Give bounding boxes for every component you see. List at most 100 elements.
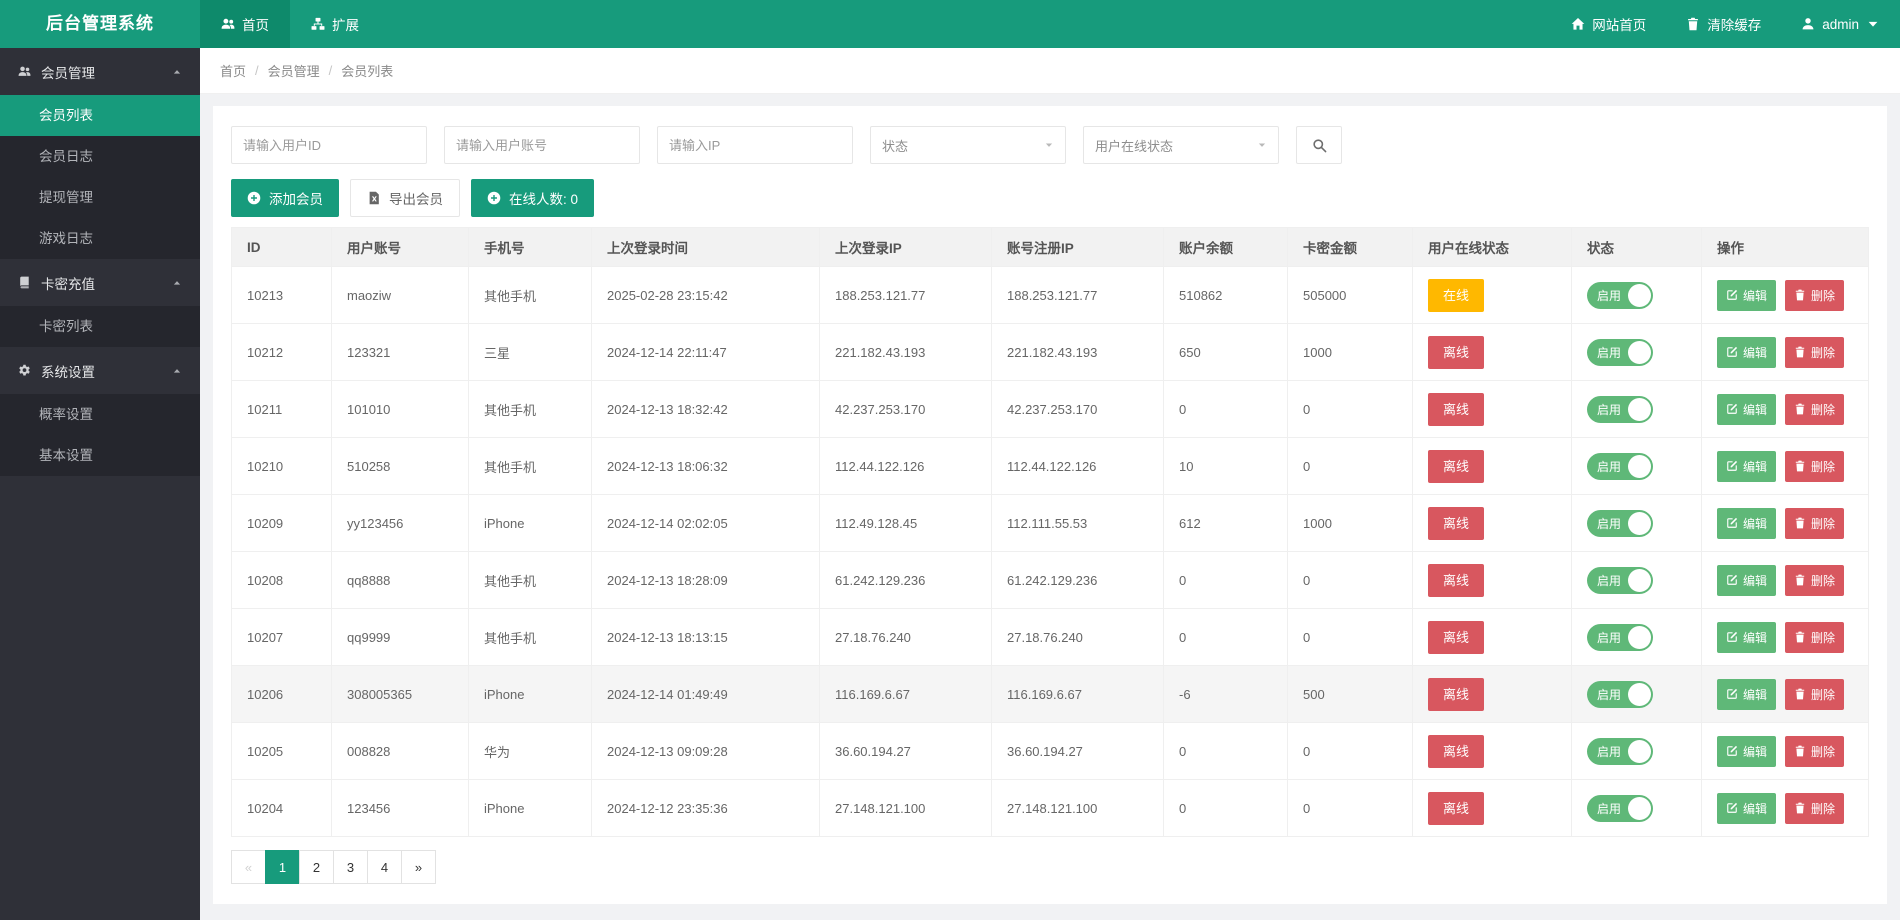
delete-button[interactable]: 删除 — [1785, 450, 1845, 482]
toggle-knob — [1628, 340, 1651, 364]
delete-button[interactable]: 删除 — [1785, 393, 1845, 425]
table-row: 10208 qq8888 其他手机 2024-12-13 18:28:09 61.242… — [231, 551, 1869, 609]
ip-input[interactable] — [657, 126, 853, 164]
page-prev[interactable]: « — [231, 850, 266, 884]
sidebar-group-member-management[interactable]: 会员管理 — [0, 48, 200, 95]
page-2[interactable]: 2 — [299, 850, 334, 884]
cell-online-status: 离线 — [1412, 779, 1572, 837]
cell-last-login-ip: 112.49.128.45 — [819, 494, 992, 552]
export-members-button[interactable]: 导出会员 — [350, 179, 460, 217]
member-table: ID 用户账号 手机号 上次登录时间 上次登录IP 账号注册IP 账户余额 卡密金额 用户在线状… — [231, 227, 1869, 837]
edit-button[interactable]: 编辑 — [1717, 621, 1777, 653]
column-header: 上次登录IP — [819, 227, 992, 267]
edit-label: 编辑 — [1743, 801, 1768, 816]
sidebar-group-system-settings[interactable]: 系统设置 — [0, 347, 200, 394]
add-member-button[interactable]: 添加会员 — [231, 179, 339, 217]
page-3[interactable]: 3 — [333, 850, 368, 884]
top-item-site-home[interactable]: 网站首页 — [1551, 0, 1666, 48]
cell-card-amount: 500 — [1287, 665, 1413, 723]
toggle-label: 启用 — [1597, 288, 1622, 303]
cell-status: 启用 — [1571, 665, 1702, 723]
cell-balance: 650 — [1163, 323, 1288, 381]
delete-button[interactable]: 删除 — [1785, 336, 1845, 368]
sidebar-item-game-log[interactable]: 游戏日志 — [0, 218, 200, 259]
table-row: 10210 510258 其他手机 2024-12-13 18:06:32 112.44… — [231, 437, 1869, 495]
top-item-admin-user[interactable]: admin — [1781, 0, 1900, 48]
status-select[interactable]: 状态 — [870, 126, 1066, 164]
enable-toggle[interactable]: 启用 — [1587, 680, 1653, 708]
sidebar-item-member-list[interactable]: 会员列表 — [0, 95, 200, 136]
enable-toggle[interactable]: 启用 — [1587, 452, 1653, 480]
user-id-input[interactable] — [231, 126, 427, 164]
cell-card-amount: 1000 — [1287, 323, 1413, 381]
toolbar: 添加会员 导出会员 在线人数: 0 — [231, 179, 1869, 217]
enable-toggle[interactable]: 启用 — [1587, 509, 1653, 537]
top-tab-home[interactable]: 首页 — [200, 0, 290, 48]
page-4[interactable]: 4 — [367, 850, 402, 884]
search-button[interactable] — [1296, 126, 1342, 164]
cell-balance: 0 — [1163, 722, 1288, 780]
page-next[interactable]: » — [401, 850, 436, 884]
edit-button[interactable]: 编辑 — [1717, 450, 1777, 482]
enable-toggle[interactable]: 启用 — [1587, 395, 1653, 423]
delete-button[interactable]: 删除 — [1785, 621, 1845, 653]
cell-id: 10210 — [231, 437, 332, 495]
delete-button[interactable]: 删除 — [1785, 507, 1845, 539]
cell-actions: 编辑 删除 — [1701, 779, 1869, 837]
column-header: 上次登录时间 — [591, 227, 820, 267]
edit-button[interactable]: 编辑 — [1717, 279, 1777, 311]
enable-toggle[interactable]: 启用 — [1587, 338, 1653, 366]
online-status-badge: 离线 — [1428, 563, 1485, 597]
user-account-input[interactable] — [444, 126, 640, 164]
delete-button[interactable]: 删除 — [1785, 678, 1845, 710]
edit-button[interactable]: 编辑 — [1717, 507, 1777, 539]
sidebar-item-card-list[interactable]: 卡密列表 — [0, 306, 200, 347]
enable-toggle[interactable]: 启用 — [1587, 566, 1653, 594]
top-tab-extend[interactable]: 扩展 — [290, 0, 380, 48]
enable-toggle[interactable]: 启用 — [1587, 737, 1653, 765]
top-item-clear-cache[interactable]: 清除缓存 — [1666, 0, 1781, 48]
edit-button[interactable]: 编辑 — [1717, 792, 1777, 824]
edit-label: 编辑 — [1743, 516, 1768, 531]
online-count-label: 在线人数: 0 — [509, 192, 579, 207]
delete-button[interactable]: 删除 — [1785, 279, 1845, 311]
enable-toggle[interactable]: 启用 — [1587, 281, 1653, 309]
cell-phone: 其他手机 — [468, 437, 592, 495]
online-status-select[interactable]: 用户在线状态 — [1083, 126, 1279, 164]
cell-card-amount: 505000 — [1287, 266, 1413, 324]
cell-last-login-ip: 116.169.6.67 — [819, 665, 992, 723]
enable-toggle[interactable]: 启用 — [1587, 794, 1653, 822]
cell-actions: 编辑 删除 — [1701, 323, 1869, 381]
breadcrumb-item[interactable]: 会员列表 — [341, 61, 393, 80]
online-count-button[interactable]: 在线人数: 0 — [471, 179, 595, 217]
cell-phone: 三星 — [468, 323, 592, 381]
edit-button[interactable]: 编辑 — [1717, 735, 1777, 767]
cell-status: 启用 — [1571, 437, 1702, 495]
sidebar-item-basic-settings[interactable]: 基本设置 — [0, 435, 200, 476]
cell-id: 10212 — [231, 323, 332, 381]
enable-toggle[interactable]: 启用 — [1587, 623, 1653, 651]
delete-button[interactable]: 删除 — [1785, 735, 1845, 767]
cell-last-login-ip: 221.182.43.193 — [819, 323, 992, 381]
sidebar-item-probability-settings[interactable]: 概率设置 — [0, 394, 200, 435]
cell-account: 101010 — [331, 380, 469, 438]
edit-button[interactable]: 编辑 — [1717, 336, 1777, 368]
delete-button[interactable]: 删除 — [1785, 564, 1845, 596]
page-1[interactable]: 1 — [265, 850, 300, 884]
sidebar-item-member-log[interactable]: 会员日志 — [0, 136, 200, 177]
sidebar-item-withdraw-management[interactable]: 提现管理 — [0, 177, 200, 218]
app-title: 后台管理系统 — [46, 14, 154, 33]
cell-account: 510258 — [331, 437, 469, 495]
edit-button[interactable]: 编辑 — [1717, 564, 1777, 596]
delete-button[interactable]: 删除 — [1785, 792, 1845, 824]
breadcrumb-item[interactable]: 会员管理 — [268, 61, 320, 80]
cell-register-ip: 116.169.6.67 — [991, 665, 1164, 723]
edit-button[interactable]: 编辑 — [1717, 393, 1777, 425]
edit-button[interactable]: 编辑 — [1717, 678, 1777, 710]
cell-status: 启用 — [1571, 323, 1702, 381]
breadcrumb-item[interactable]: 首页 — [220, 61, 246, 80]
cell-register-ip: 36.60.194.27 — [991, 722, 1164, 780]
sidebar: 会员管理 会员列表 会员日志 提现管理 游戏日志 卡密充值 卡密列表 系统设置 概率设置 基本设置 — [0, 48, 200, 920]
cell-last-login-ip: 36.60.194.27 — [819, 722, 992, 780]
sidebar-group-card-recharge[interactable]: 卡密充值 — [0, 259, 200, 306]
